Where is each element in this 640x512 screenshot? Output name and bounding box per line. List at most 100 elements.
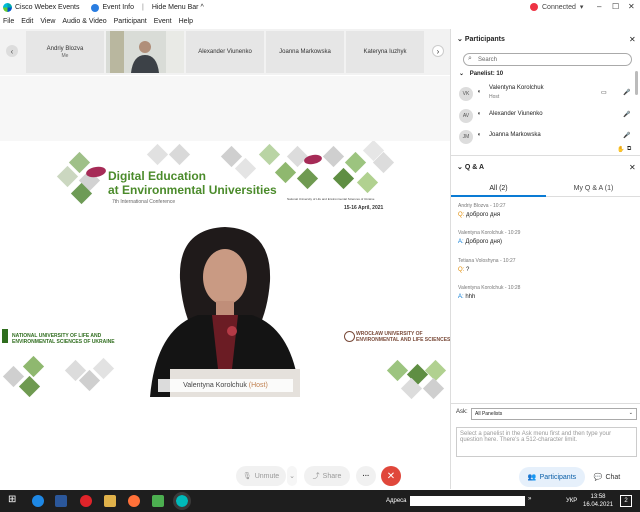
participant-row[interactable]: AV ◖ Alexander Viunenko 🎤 — [459, 107, 637, 127]
hide-menu-bar-button[interactable]: Hide Menu Bar ^ — [152, 4, 204, 11]
audio-options-button[interactable]: ⌄ — [287, 466, 297, 486]
participant-name: Alexander Viunenko — [489, 111, 543, 117]
raise-hand-icon[interactable]: ✋ — [617, 146, 624, 153]
video-tile[interactable]: Kateryna Iuzhyk — [346, 31, 424, 73]
minimize-icon[interactable]: – — [597, 2, 601, 11]
question-textarea[interactable]: Select a panelist in the Ask menu first … — [456, 427, 637, 457]
maximize-icon[interactable]: ☐ — [612, 2, 619, 11]
tab-all-label: All (2) — [489, 185, 508, 192]
menu-edit[interactable]: Edit — [21, 18, 33, 25]
avatar: AV — [459, 109, 473, 123]
chat-icon: 💬 — [593, 474, 603, 481]
tab-my-qa-label: My Q & A (1) — [573, 185, 614, 192]
menu-event[interactable]: Event — [154, 18, 172, 25]
slide-university: National University of Life and Environm… — [287, 197, 375, 201]
more-icon: ··· — [362, 472, 370, 480]
app-icon[interactable] — [152, 495, 164, 507]
video-tile-camera[interactable] — [106, 31, 184, 73]
language-indicator[interactable]: УКР — [566, 498, 577, 504]
close-icon[interactable]: ✕ — [628, 2, 635, 11]
qa-item[interactable]: Valentyna Korolchuk - 10:29 A: Доброго д… — [458, 230, 520, 245]
menu-help[interactable]: Help — [179, 18, 193, 25]
participants-button[interactable]: 👥 Participants — [519, 467, 585, 487]
participants-header[interactable]: ⌄ Participants — [457, 35, 505, 43]
opera-icon[interactable] — [80, 495, 92, 507]
speaker-video — [150, 227, 300, 397]
qa-item[interactable]: Valentyna Korolchuk - 10:28 A: hhh — [458, 285, 520, 300]
share-button[interactable]: ⤴ Share — [304, 466, 350, 486]
menu-file[interactable]: File — [3, 18, 14, 25]
participant-row[interactable]: JM ◖ Joanna Markowska 🎤 — [459, 128, 637, 148]
decor-diamond — [296, 167, 319, 190]
unmute-button[interactable]: 🎙 Unmute — [236, 466, 286, 486]
firefox-icon[interactable] — [128, 495, 140, 507]
tile-sub: Me — [61, 52, 69, 59]
decor-diamond — [356, 171, 379, 194]
decor-diamond — [146, 143, 169, 166]
close-icon[interactable]: ✕ — [629, 163, 636, 172]
menu-view[interactable]: View — [40, 18, 55, 25]
search-input[interactable]: ⌕ Search — [463, 53, 632, 66]
decor-diamond — [18, 375, 41, 398]
more-options-icon[interactable]: ⧉ — [627, 146, 631, 153]
tab-my-qa[interactable]: My Q & A (1) — [546, 181, 640, 197]
question-placeholder: Select a panelist in the Ask menu first … — [460, 431, 612, 443]
menu-audio-video[interactable]: Audio & Video — [62, 18, 106, 25]
qa-item[interactable]: Tetiana Voloshyna - 10:27 Q: ? — [458, 258, 516, 273]
chat-button[interactable]: 💬 Chat — [587, 467, 627, 487]
chevron-double-right-icon[interactable]: » — [528, 496, 531, 502]
panelist-group[interactable]: ⌄ Panelist: 10 — [459, 70, 503, 77]
filmstrip-next-button[interactable]: › — [432, 45, 444, 57]
nulv-logo-icon — [2, 329, 8, 343]
divider — [451, 403, 640, 404]
participant-row[interactable]: VK ◖ Valentyna Korolchuk Host ▭ 🎤 — [459, 85, 637, 105]
ask-select-value: All Panelists — [475, 411, 503, 417]
qa-header[interactable]: ⌄ Q & A — [457, 163, 484, 171]
panelist-group-label: Panelist: 10 — [469, 71, 504, 77]
avatar-initials: AV — [462, 113, 470, 119]
qa-meta: Valentyna Korolchuk - 10:29 — [458, 230, 521, 236]
video-tile[interactable]: Alexander Viunenko — [186, 31, 264, 73]
video-tile[interactable]: Joanna Markowska — [266, 31, 344, 73]
audio-icon: ◖ — [477, 111, 481, 117]
answer-text: hhh — [465, 294, 476, 300]
question-text: доброго дня — [466, 212, 501, 218]
unmute-label: Unmute — [254, 472, 280, 480]
notification-icon[interactable]: 2 — [620, 495, 632, 507]
word-icon[interactable] — [55, 495, 67, 507]
participant-name: Valentyna Korolchuk — [489, 85, 544, 91]
tile-name: Andriy Blozva — [46, 45, 84, 52]
qa-item[interactable]: Andriy Blozva - 10:27 Q: доброго дня — [458, 203, 506, 218]
menu-participant[interactable]: Participant — [114, 18, 147, 25]
divider: | — [141, 4, 144, 11]
filmstrip-prev-button[interactable]: ‹ — [6, 45, 18, 57]
app-title: Cisco Webex Events — [3, 3, 79, 12]
connection-icon — [530, 3, 538, 11]
clock[interactable]: 13:58 16.04.2021 — [583, 493, 613, 509]
search-placeholder: Search — [478, 56, 498, 63]
active-speaker-label: Valentyna Korolchuk (Host) — [158, 379, 293, 392]
participant-role: Host — [489, 94, 500, 100]
more-options-button[interactable]: ··· — [356, 466, 376, 486]
edge-icon[interactable] — [32, 495, 44, 507]
left-logo-text: NATIONAL UNIVERSITY OF LIFE AND ENVIRONM… — [12, 333, 115, 345]
leave-event-button[interactable]: ✕ — [381, 466, 401, 486]
avatar: VK — [459, 87, 473, 101]
chevron-down-icon: ⌄ — [457, 164, 463, 171]
close-icon[interactable]: ✕ — [629, 35, 636, 44]
folder-icon[interactable] — [104, 495, 116, 507]
connection-status[interactable]: Connected ▾ — [530, 3, 583, 11]
chevron-right-icon: › — [436, 46, 440, 56]
decor-diamond — [168, 143, 191, 166]
webex-taskbar-icon[interactable] — [173, 492, 191, 510]
microphone-muted-icon: 🎤 — [623, 112, 631, 118]
video-tile[interactable]: Andriy Blozva Me — [26, 31, 104, 73]
windows-start-icon[interactable]: ⊞ — [8, 494, 16, 505]
address-input[interactable] — [410, 496, 525, 506]
event-info-link[interactable]: Event Info — [102, 4, 134, 11]
tab-all[interactable]: All (2) — [451, 181, 546, 197]
scrollbar[interactable] — [635, 71, 638, 95]
info-icon[interactable] — [91, 3, 100, 12]
decor-diamond — [386, 359, 409, 382]
ask-select[interactable]: All Panelists ⌄ — [471, 408, 637, 420]
